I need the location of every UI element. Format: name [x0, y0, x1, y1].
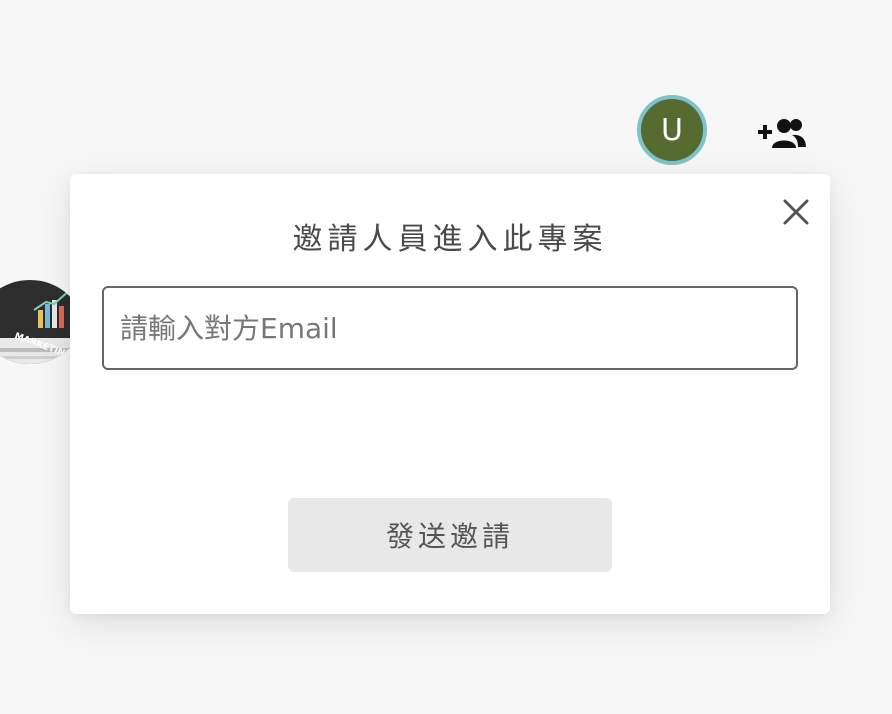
- add-member-button[interactable]: [756, 116, 808, 152]
- dialog-title: 邀請人員進入此專案: [292, 222, 608, 257]
- email-input[interactable]: [102, 286, 798, 370]
- page: MARKETING U 邀請人員進入此專案 發送邀請: [0, 0, 892, 714]
- user-avatar[interactable]: U: [637, 95, 707, 165]
- marketing-image: MARKETING: [0, 280, 80, 364]
- close-icon: [783, 199, 809, 225]
- close-button[interactable]: [780, 196, 812, 228]
- invite-dialog: 邀請人員進入此專案 發送邀請: [70, 174, 830, 614]
- project-thumbnail[interactable]: MARKETING: [0, 280, 80, 364]
- avatar-initial: U: [661, 112, 683, 148]
- send-invite-button[interactable]: 發送邀請: [288, 498, 612, 572]
- person-add-icon: [758, 119, 806, 148]
